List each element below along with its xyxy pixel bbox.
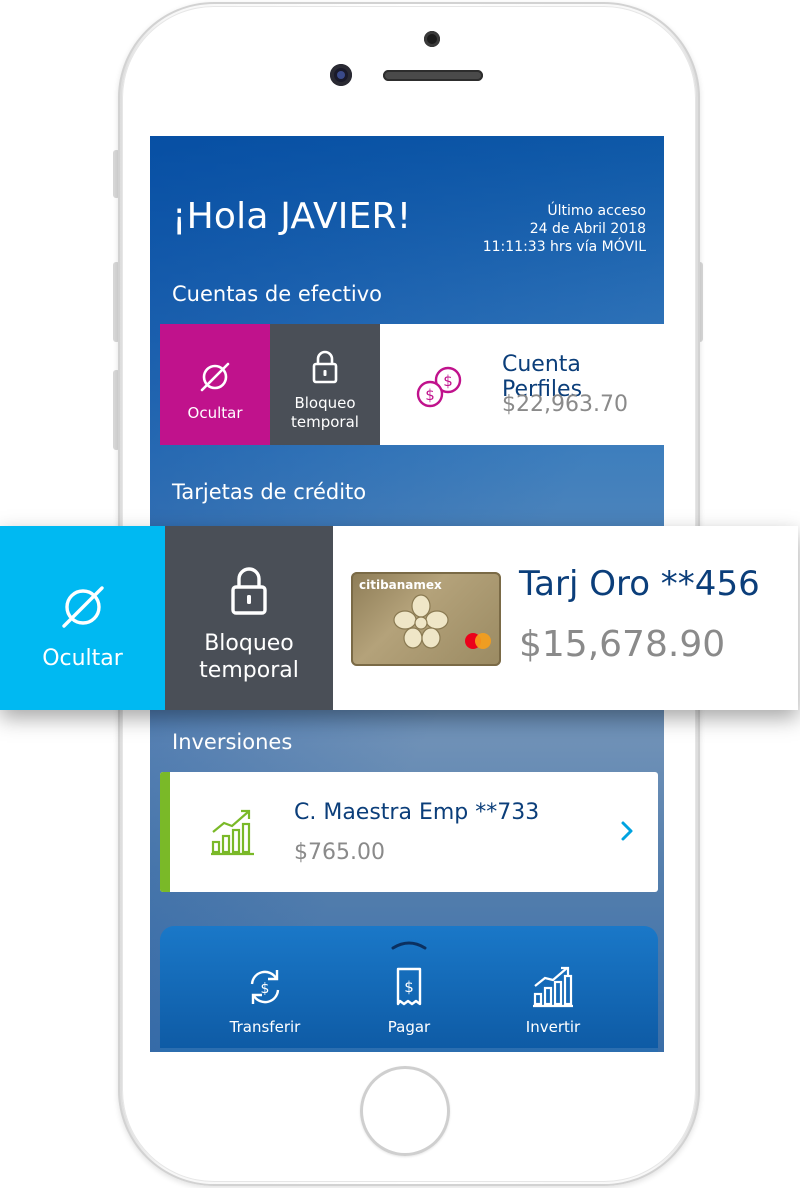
last-access-info: Último acceso 24 de Abril 2018 11:11:33 … — [483, 202, 646, 256]
lock-icon — [231, 567, 267, 615]
section-title-investments: Inversiones — [172, 730, 293, 754]
investment-amount: $765.00 — [294, 840, 385, 865]
investment-name: C. Maestra Emp **733 — [294, 800, 540, 825]
hide-account-label: Ocultar — [187, 404, 243, 422]
svg-text:$: $ — [404, 978, 414, 996]
coins-icon: $ $ — [416, 366, 462, 408]
lock-icon — [312, 350, 338, 384]
svg-text:$: $ — [261, 981, 270, 997]
credit-card-amount: $15,678.90 — [519, 624, 726, 665]
home-button[interactable] — [360, 1066, 450, 1156]
invest-label: Invertir — [525, 1018, 581, 1036]
temp-lock-card-button[interactable]: Bloqueo temporal — [165, 526, 333, 710]
card-brand-logo: citibanamex — [359, 578, 442, 592]
chart-icon — [533, 966, 573, 1008]
transfer-icon: $ — [250, 970, 280, 1004]
mastercard-logo-icon — [465, 633, 491, 649]
temp-lock-card-label: Bloqueo temporal — [199, 631, 299, 683]
cash-account-row[interactable]: Ocultar Bloqueo temporal $ $ Cuenta Perf… — [160, 324, 664, 445]
temp-lock-account-button[interactable]: Bloqueo temporal — [270, 324, 380, 445]
svg-text:$: $ — [443, 372, 453, 390]
pay-button[interactable]: $ Pagar — [354, 966, 464, 1036]
cash-account-card[interactable]: $ $ Cuenta Perfiles $22,963.70 — [380, 324, 664, 445]
chevron-right-icon[interactable] — [620, 820, 634, 842]
section-title-credit: Tarjetas de crédito — [172, 480, 367, 504]
transfer-button[interactable]: $ Transferir — [210, 966, 320, 1036]
last-access-label: Último acceso — [547, 203, 646, 219]
invest-button[interactable]: Invertir — [498, 966, 608, 1036]
credit-card-name: Tarj Oro **456 — [519, 564, 760, 604]
flower-emblem-icon — [393, 594, 449, 649]
eye-off-icon — [200, 362, 230, 392]
bottom-action-bar: $ Transferir $ Pagar Invertir — [160, 926, 658, 1052]
cash-account-amount: $22,963.70 — [502, 392, 628, 417]
investment-accent-bar — [160, 772, 170, 892]
hide-card-label: Ocultar — [42, 646, 123, 671]
credit-card-image: citibanamex — [351, 572, 501, 666]
growth-chart-icon — [211, 809, 254, 856]
drawer-handle-icon[interactable] — [391, 940, 427, 950]
transfer-label: Transferir — [229, 1018, 301, 1036]
eye-off-icon — [62, 586, 104, 628]
pay-label: Pagar — [387, 1018, 431, 1036]
svg-text:$: $ — [425, 386, 435, 404]
greeting: ¡Hola JAVIER! — [172, 196, 412, 237]
last-access-date: 24 de Abril 2018 — [529, 221, 646, 237]
proximity-sensor — [424, 31, 440, 47]
hide-account-button[interactable]: Ocultar — [160, 324, 270, 445]
front-camera — [330, 64, 352, 86]
hide-card-button[interactable]: Ocultar — [0, 526, 165, 710]
last-access-time: 11:11:33 hrs vía MÓVIL — [482, 239, 646, 255]
credit-card-info[interactable]: citibanamex Tarj Oro **456 $15,678.90 — [333, 526, 798, 710]
receipt-icon: $ — [396, 967, 422, 1006]
temp-lock-label: Bloqueo temporal — [291, 394, 359, 431]
investment-card[interactable]: C. Maestra Emp **733 $765.00 — [160, 772, 658, 892]
section-title-cash: Cuentas de efectivo — [172, 282, 382, 306]
credit-card-row[interactable]: Ocultar Bloqueo temporal citibanamex Tar… — [0, 526, 798, 710]
earpiece-speaker — [383, 70, 483, 81]
